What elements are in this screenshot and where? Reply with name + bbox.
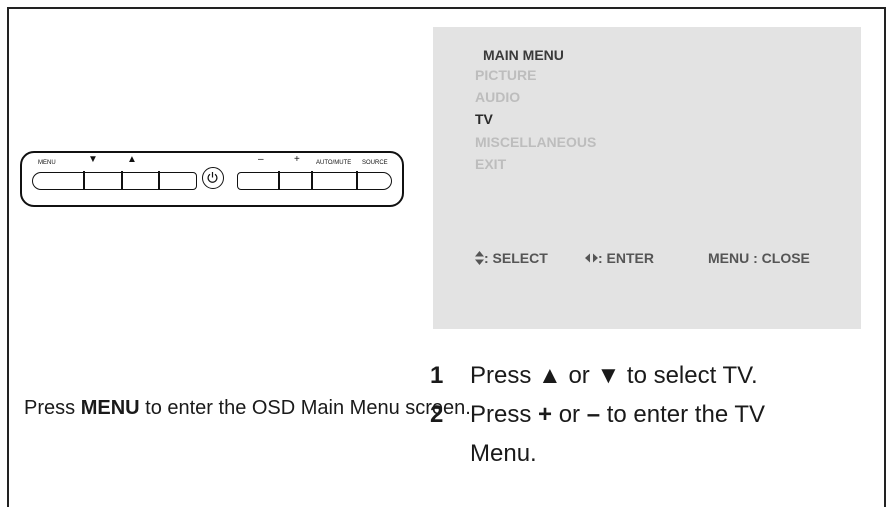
osd-item-audio[interactable]: AUDIO [475,89,520,105]
plus-button-label[interactable]: + [294,155,300,165]
minus-button-label[interactable]: – [258,155,264,165]
down-arrow-icon: ▼ [596,362,621,389]
osd-hint-enter: : ENTER [585,250,654,266]
power-icon [207,172,218,183]
step-1-text-b: or [561,362,597,389]
osd-main-menu: MAIN MENU PICTURE AUDIO TV MISCELLANEOUS… [433,27,861,329]
up-arrow-icon: ▲ [538,362,562,389]
step-1: 1 Press ▲ or ▼ to select TV. [430,356,765,395]
step-2-text-c: to enter the TV [600,401,766,428]
step-2-text-a: Press [470,401,539,428]
osd-item-picture[interactable]: PICTURE [475,67,536,83]
power-button[interactable] [202,167,224,189]
step-1-text-c: to select TV. [620,362,758,389]
osd-hint-close: MENU : CLOSE [708,250,810,266]
automute-button-label[interactable]: AUTO/MUTE [316,160,351,166]
steps-list: 1 Press ▲ or ▼ to select TV. 2 Press + or … [430,356,765,473]
step-2: 2 Press + or – to enter the TV Menu. [430,395,765,473]
osd-title: MAIN MENU [483,47,564,63]
up-down-arrow-icon [475,251,484,265]
segment-divider [311,171,313,190]
step-2-minus: – [586,401,601,428]
menu-button-label[interactable]: MENU [38,160,56,166]
down-button-label[interactable]: ▼ [88,155,98,165]
segment-divider [278,171,280,190]
step-1-number: 1 [430,362,444,389]
left-instruction-bold: MENU [80,397,140,419]
osd-item-exit[interactable]: EXIT [475,156,506,172]
step-2-text-b: or [552,401,587,428]
osd-hint-enter-text: : ENTER [598,250,654,266]
segment-divider [356,171,358,190]
up-button-label[interactable]: ▲ [127,155,137,165]
segment-divider [83,171,85,190]
segment-divider [158,171,160,190]
left-instruction-prefix: Press [24,397,81,419]
step-1-text-a: Press [470,362,539,389]
control-panel: MENU ▼ ▲ – + AUTO/MUTE SOURCE [20,151,404,207]
source-button-label[interactable]: SOURCE [362,160,388,166]
osd-hint-select-text: : SELECT [484,250,548,266]
osd-item-tv[interactable]: TV [475,111,493,127]
step-2-plus: + [538,401,553,428]
control-bar-right [237,171,392,190]
left-instruction-suffix: to enter the OSD Main Menu screen. [139,397,471,419]
segment-divider [121,171,123,190]
left-right-arrow-icon [585,253,598,263]
osd-item-miscellaneous[interactable]: MISCELLANEOUS [475,134,596,150]
step-2-number: 2 [430,401,444,428]
step-2-continuation: Menu. [470,440,537,467]
left-instruction: Press MENU to enter the OSD Main Menu sc… [24,396,471,421]
osd-hint-select: : SELECT [475,250,548,266]
control-bar-left [32,171,197,190]
